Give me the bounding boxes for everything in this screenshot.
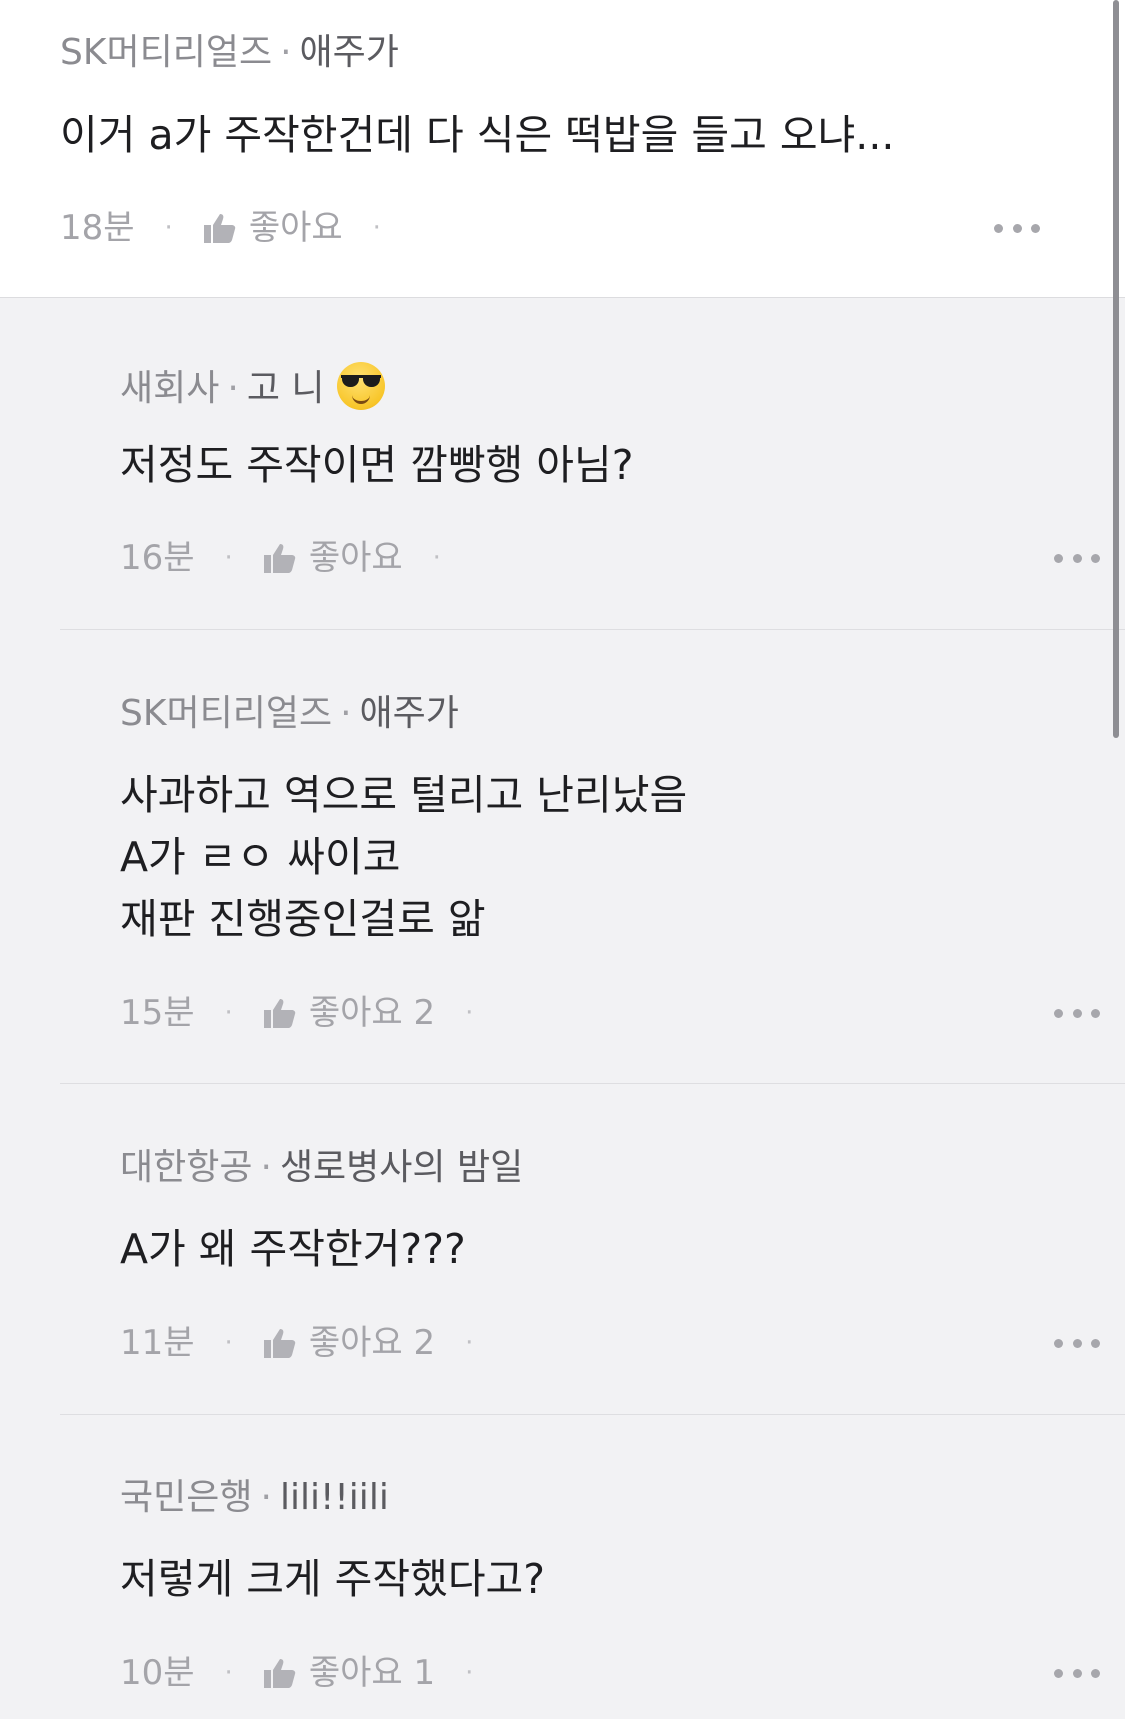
author-company: 국민은행 <box>120 1477 253 1518</box>
comment-time: 15분 <box>120 993 195 1033</box>
comment-text: 저정도 주작이면 깜빵행 아님? <box>120 441 634 489</box>
like-label: 좋아요 <box>308 538 403 578</box>
like-button[interactable]: 좋아요 1 <box>263 1653 435 1693</box>
reply-item: 대한항공 · 생로병사의 밤일 A가 왜 주작한거??? 11분 · 좋아요 2 · <box>60 1084 1125 1415</box>
comment-meta: 10분 · 좋아요 1 · <box>120 1653 503 1693</box>
meta-separator: · <box>465 998 474 1028</box>
scrollbar[interactable] <box>1113 0 1119 738</box>
more-options-icon[interactable] <box>1054 553 1100 563</box>
author-company: 대한항공 <box>120 1147 253 1188</box>
like-button[interactable]: 좋아요 <box>203 208 343 248</box>
like-label: 좋아요 <box>308 1653 403 1693</box>
thumbs-up-icon <box>203 214 236 243</box>
comment-author[interactable]: 대한항공 · 생로병사의 밤일 <box>120 1146 523 1190</box>
author-nickname: 생로병사의 밤일 <box>279 1147 524 1188</box>
author-nickname: 애주가 <box>299 32 399 73</box>
like-button[interactable]: 좋아요 2 <box>263 1323 435 1363</box>
thumbs-up-icon <box>263 544 296 573</box>
author-separator: · <box>227 368 239 409</box>
author-company: SK머티리얼즈 <box>120 693 333 734</box>
like-label: 좋아요 <box>308 993 403 1033</box>
like-count: 1 <box>413 1653 436 1693</box>
comment-text-line: A가 ㄹㅇ 싸이코 <box>120 833 401 881</box>
meta-separator: · <box>164 213 173 243</box>
author-nickname: 고 니 <box>246 368 325 409</box>
thumbs-up-icon <box>263 1659 296 1688</box>
thumbs-up-icon <box>263 1329 296 1358</box>
comment-item: SK머티리얼즈 · 애주가 이거 a가 주작한건데 다 식은 떡밥을 들고 오냐..… <box>0 0 1125 298</box>
comment-time: 18분 <box>60 208 135 248</box>
comment-author[interactable]: 새회사 · 고 니 <box>120 362 385 411</box>
like-count: 2 <box>413 993 436 1033</box>
meta-separator: · <box>465 1658 474 1688</box>
comment-meta: 11분 · 좋아요 2 · <box>120 1323 503 1363</box>
more-options-icon[interactable] <box>1054 1008 1100 1018</box>
comment-author[interactable]: SK머티리얼즈 · 애주가 <box>120 692 459 736</box>
more-options-icon[interactable] <box>1054 1668 1100 1678</box>
comment-time: 10분 <box>120 1653 195 1693</box>
meta-separator: · <box>224 998 233 1028</box>
comment-text-line: 재판 진행중인걸로 앎 <box>120 895 486 943</box>
more-options-icon[interactable] <box>1054 1338 1100 1348</box>
author-nickname: 애주가 <box>359 693 459 734</box>
comment-text: 저렇게 크게 주작했다고? <box>120 1555 546 1603</box>
comment-time: 16분 <box>120 538 195 578</box>
comment-author[interactable]: 국민은행 · lili!!iili <box>120 1476 389 1520</box>
comment-text: A가 왜 주작한거??? <box>120 1225 466 1273</box>
author-separator: · <box>340 693 352 734</box>
reply-item: 국민은행 · lili!!iili 저렇게 크게 주작했다고? 10분 · 좋아요 … <box>60 1415 1125 1719</box>
meta-separator: · <box>372 213 381 243</box>
comment-time: 11분 <box>120 1323 195 1363</box>
comment-meta: 15분 · 좋아요 2 · <box>120 993 503 1033</box>
sunglasses-emoji <box>336 362 385 410</box>
author-separator: · <box>260 1147 272 1188</box>
comment-text-line: 사과하고 역으로 털리고 난리났음 <box>120 771 688 819</box>
meta-separator: · <box>224 1658 233 1688</box>
reply-item: SK머티리얼즈 · 애주가 사과하고 역으로 털리고 난리났음 A가 ㄹㅇ 싸이코 … <box>60 630 1125 1084</box>
comment-author[interactable]: SK머티리얼즈 · 애주가 <box>60 31 399 75</box>
like-label: 좋아요 <box>248 208 343 248</box>
comment-meta: 18분 · 좋아요 · <box>60 208 411 248</box>
meta-separator: · <box>224 1328 233 1358</box>
like-button[interactable]: 좋아요 2 <box>263 993 435 1033</box>
author-separator: · <box>260 1477 272 1518</box>
thumbs-up-icon <box>263 999 296 1028</box>
comment-meta: 16분 · 좋아요 · <box>120 538 471 578</box>
like-button[interactable]: 좋아요 <box>263 538 403 578</box>
meta-separator: · <box>465 1328 474 1358</box>
meta-separator: · <box>432 543 441 573</box>
reply-item: 새회사 · 고 니 저정도 주작이면 깜빵행 아님? 16분 · 좋아요 · <box>60 298 1125 630</box>
author-separator: · <box>280 32 292 73</box>
author-company: 새회사 <box>120 368 220 409</box>
like-count: 2 <box>413 1323 436 1363</box>
meta-separator: · <box>224 543 233 573</box>
like-label: 좋아요 <box>308 1323 403 1363</box>
author-company: SK머티리얼즈 <box>60 32 273 73</box>
more-options-icon[interactable] <box>994 223 1040 233</box>
author-nickname: lili!!iili <box>279 1477 389 1518</box>
comment-text: 이거 a가 주작한건데 다 식은 떡밥을 들고 오냐... <box>60 111 895 159</box>
